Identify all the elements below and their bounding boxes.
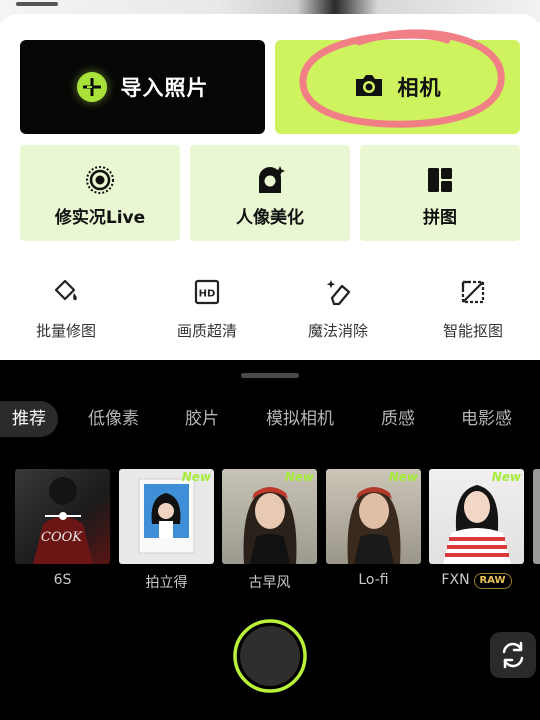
filter-label-fxn: FXN RAW bbox=[429, 572, 524, 589]
tab-analog-camera[interactable]: 模拟相机 bbox=[266, 408, 334, 430]
raw-badge: RAW bbox=[473, 573, 512, 589]
tab-film[interactable]: 胶片 bbox=[185, 408, 219, 430]
tab-low-pixel[interactable]: 低像素 bbox=[88, 408, 139, 430]
switch-camera-button[interactable] bbox=[490, 632, 536, 678]
batch-edit-label: 批量修图 bbox=[35, 322, 96, 340]
tab-texture[interactable]: 质感 bbox=[381, 408, 415, 430]
filter-label-6s: 6S bbox=[53, 572, 72, 588]
live-photo-icon bbox=[85, 165, 115, 195]
shutter-button[interactable] bbox=[233, 619, 307, 693]
portrait-beauty-card[interactable]: 人像美化 bbox=[190, 145, 350, 241]
filter-label-fxn-text: FXN bbox=[441, 572, 470, 588]
collage-grid-icon bbox=[425, 165, 455, 195]
filter-thumbnail-partial[interactable] bbox=[533, 469, 540, 564]
filter-thumbnail-lofi[interactable]: New bbox=[326, 469, 421, 564]
import-photo-label: 导入照片 bbox=[120, 76, 209, 100]
tab-recommend[interactable]: 推荐 bbox=[0, 401, 58, 437]
rotate-camera-icon bbox=[502, 641, 524, 669]
filter-thumbnail-fxn[interactable]: New bbox=[429, 469, 524, 564]
live-photo-label: 修实况Live bbox=[54, 208, 146, 228]
hd-enhance-label: 画质超清 bbox=[176, 322, 237, 340]
import-photo-button[interactable]: 导入照片 bbox=[20, 40, 265, 134]
eraser-sparkle-icon bbox=[324, 278, 352, 306]
hd-icon: HD bbox=[193, 278, 221, 306]
new-badge: New bbox=[388, 470, 418, 484]
filter-label-retro: 古早风 bbox=[248, 575, 291, 591]
new-badge: New bbox=[284, 470, 314, 484]
cutout-icon bbox=[459, 278, 487, 306]
svg-text:HD: HD bbox=[199, 289, 216, 300]
portrait-beauty-label: 人像美化 bbox=[236, 208, 304, 228]
filter-thumbnail-polaroid[interactable]: New bbox=[119, 469, 214, 564]
tab-cinematic[interactable]: 电影感 bbox=[461, 408, 512, 430]
collage-card[interactable]: 拼图 bbox=[360, 145, 520, 241]
magic-erase-label: 魔法消除 bbox=[307, 322, 368, 340]
drag-handle[interactable] bbox=[241, 373, 299, 378]
paint-bucket-icon bbox=[52, 278, 80, 306]
filter-thumbnail-retro[interactable]: New bbox=[222, 469, 317, 564]
filter-thumbnail-6s[interactable]: COOK bbox=[15, 469, 110, 564]
smart-cutout-label: 智能抠图 bbox=[442, 322, 503, 340]
new-badge: New bbox=[491, 470, 521, 484]
highlight-annotation bbox=[299, 29, 505, 128]
collage-label: 拼图 bbox=[423, 208, 457, 228]
magic-erase-tool[interactable]: 魔法消除 bbox=[273, 278, 403, 348]
filter-label-polaroid: 拍立得 bbox=[145, 575, 188, 591]
new-badge: New bbox=[181, 470, 211, 484]
filter-label-lofi: Lo-fi bbox=[358, 572, 389, 588]
hd-enhance-tool[interactable]: HD 画质超清 bbox=[142, 278, 272, 348]
batch-edit-tool[interactable]: 批量修图 bbox=[1, 278, 131, 348]
svg-text:COOK: COOK bbox=[41, 530, 83, 545]
live-photo-card[interactable]: 修实况Live bbox=[20, 145, 180, 241]
smart-cutout-tool[interactable]: 智能抠图 bbox=[408, 278, 538, 348]
portrait-icon bbox=[255, 165, 285, 195]
plus-sparkle-icon bbox=[76, 72, 107, 102]
